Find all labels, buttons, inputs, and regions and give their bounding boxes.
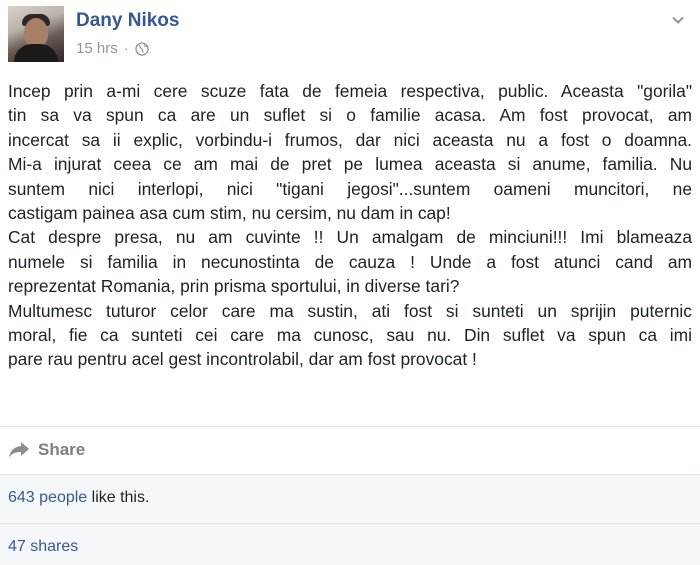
post-text-line: numele si familia in necunostinta de cau… — [8, 251, 692, 272]
post-text: Incep prin a-mi cere scuze fata de femei… — [8, 79, 692, 372]
globe-icon[interactable] — [135, 41, 149, 56]
divider — [0, 523, 700, 524]
post-text-line: Incep prin a-mi cere scuze fata de femei… — [8, 81, 692, 101]
share-label: Share — [38, 440, 86, 459]
post-header: Dany Nikos 15 hrs · — [8, 6, 692, 62]
avatar[interactable] — [8, 6, 64, 62]
post-meta: 15 hrs · — [76, 40, 149, 57]
meta-separator: · — [123, 40, 129, 57]
likes-suffix: like this. — [87, 489, 150, 506]
post-text-line: Mi-a injurat ceea ce am mai de pret pe l… — [8, 154, 692, 175]
share-icon — [9, 442, 29, 458]
post-text-line: moral, fie ca sunteti cei care ma cunosc… — [8, 325, 692, 346]
likes-count-link[interactable]: 643 people — [8, 489, 87, 506]
post-text-line: castigam painea asa cum stim, nu cersim,… — [8, 203, 451, 224]
author-name[interactable]: Dany Nikos — [76, 10, 179, 32]
post-timestamp[interactable]: 15 hrs — [76, 40, 118, 57]
post-text-line: Multumesc tuturor celor care ma sustin, … — [8, 300, 692, 321]
likes-summary: 643 people like this. — [8, 489, 149, 507]
facebook-post: Dany Nikos 15 hrs · Incep prin a-mi cere… — [0, 0, 700, 565]
post-text-line: pare rau pentru acel gest incontrolabil,… — [8, 349, 477, 370]
post-text-line: Cat despre presa, nu am cuvinte !! Un am… — [8, 227, 692, 248]
chevron-down-icon[interactable] — [670, 12, 686, 28]
shares-link[interactable]: 47 shares — [8, 538, 78, 556]
post-text-line: reprezentat Romania, prin prisma sportul… — [8, 276, 460, 297]
post-text-line: tin sa va spun ca are un suflet si o fam… — [8, 105, 692, 126]
post-text-line: suntem nici interlopi, nici "tigani jego… — [8, 178, 692, 199]
post-text-line: incercat sa ii explic, vorbindu-i frumos… — [8, 129, 692, 150]
divider — [0, 426, 700, 427]
share-button[interactable]: Share — [8, 438, 85, 462]
reactions-panel: 643 people like this. 47 shares — [0, 475, 700, 565]
